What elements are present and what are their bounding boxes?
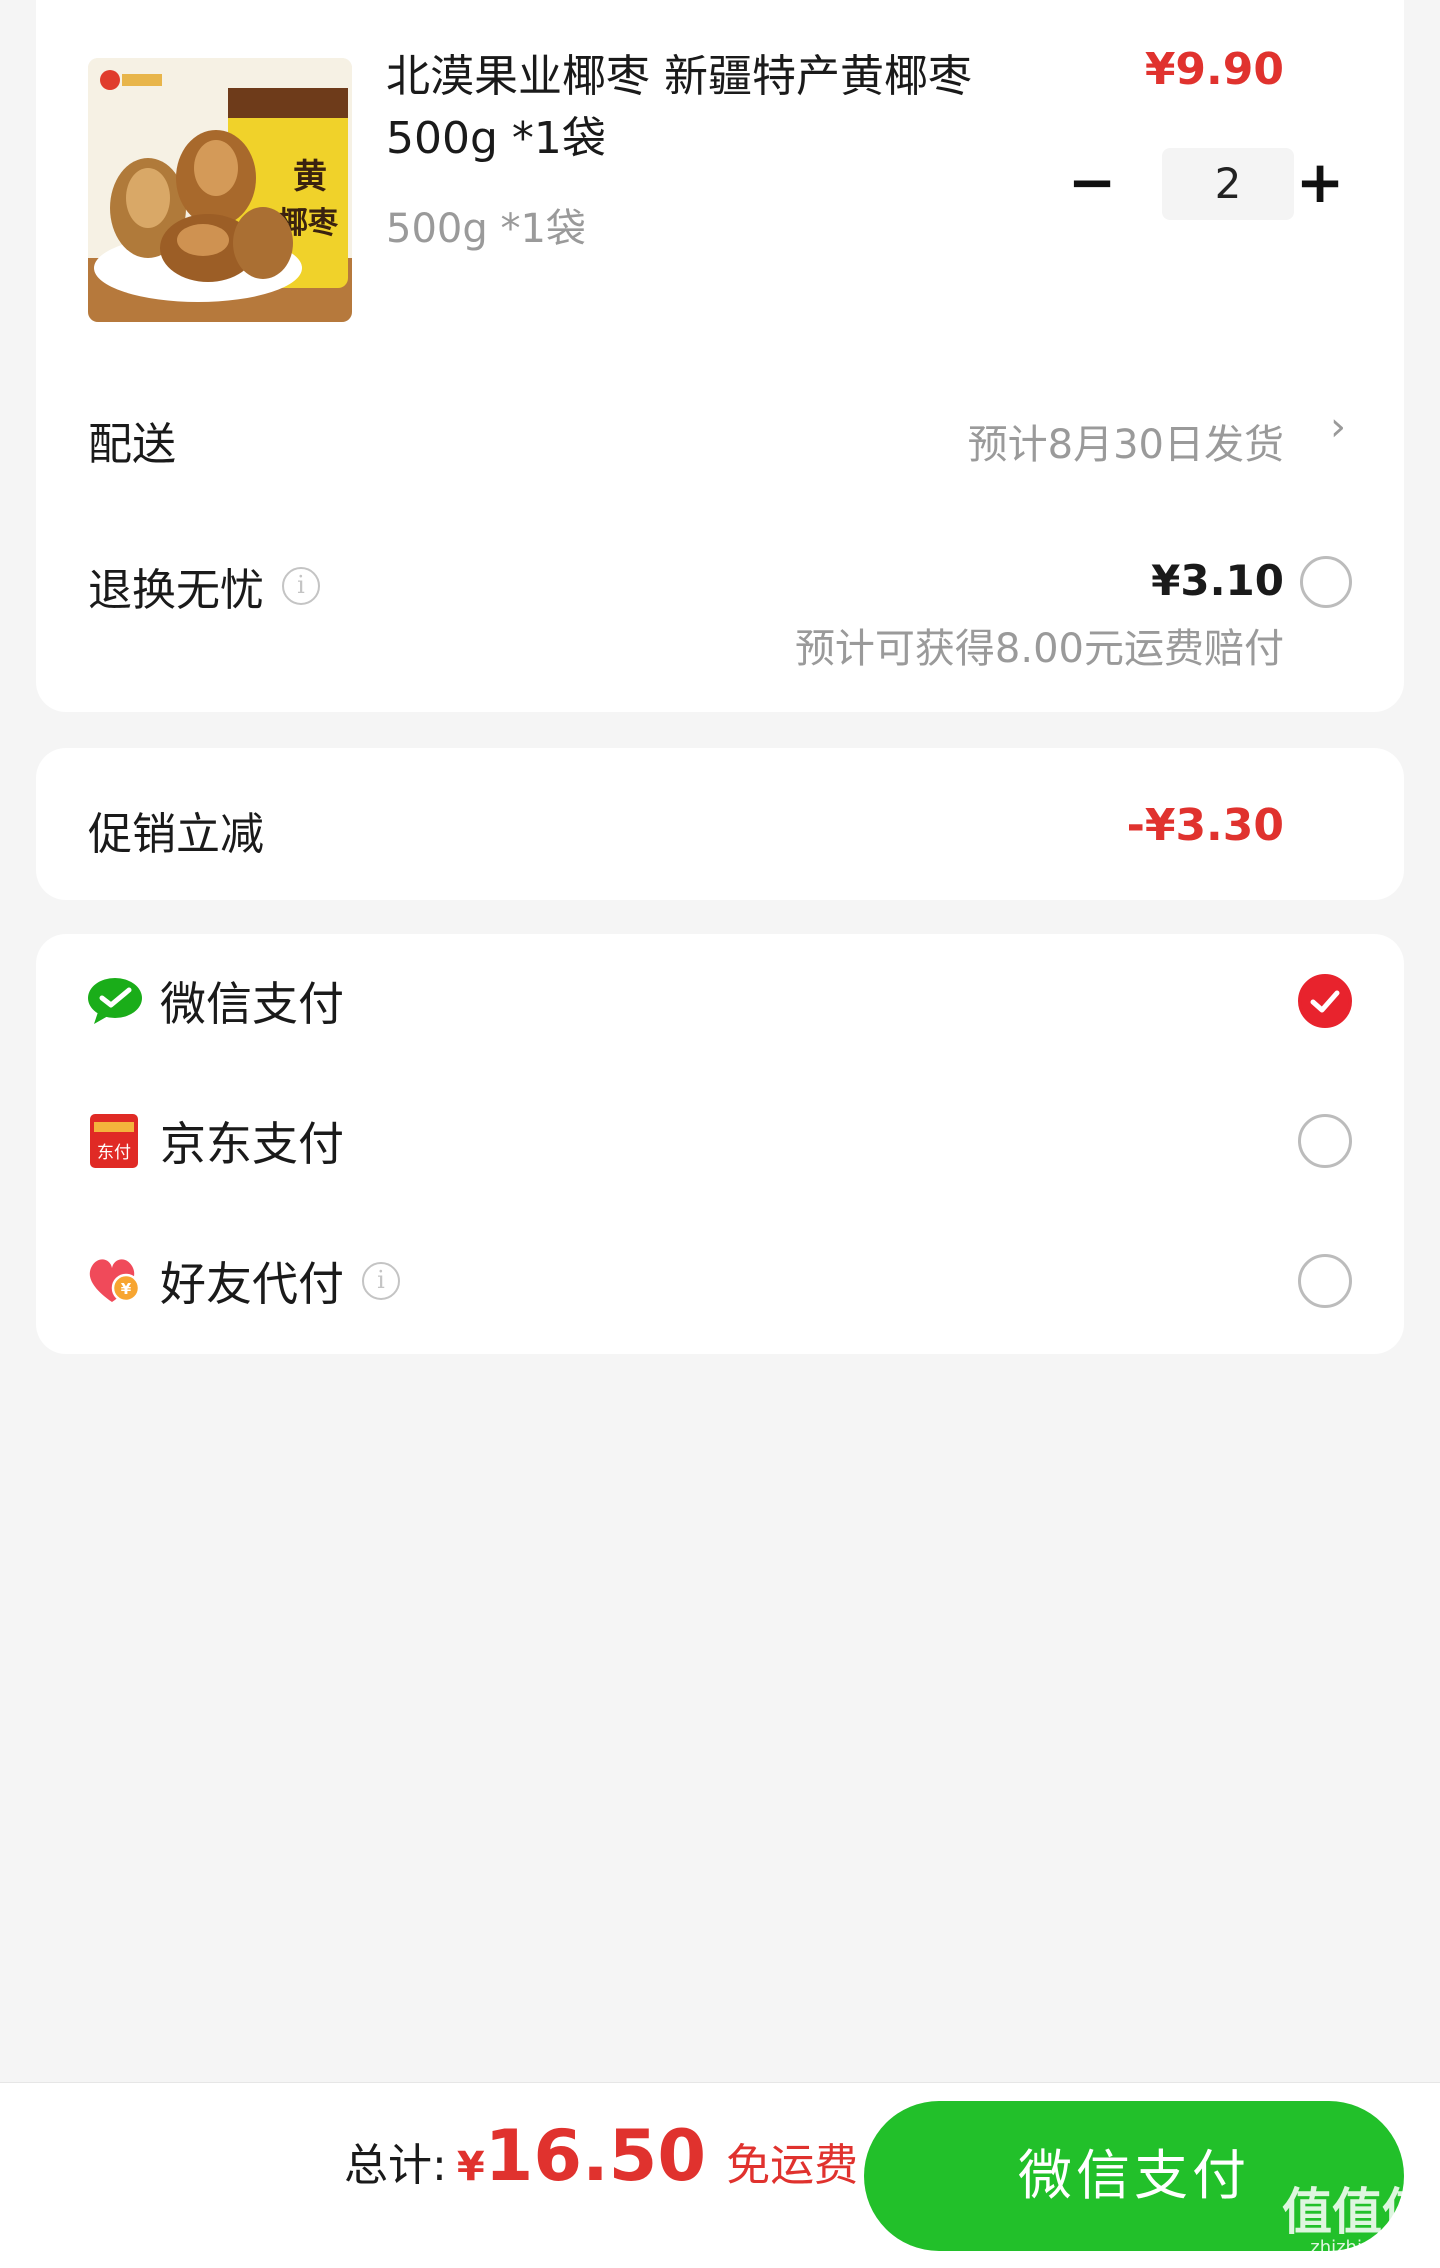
product-spec: 500g *1袋 (386, 206, 586, 252)
info-icon[interactable]: i (362, 1262, 400, 1300)
return-insurance-row: 退换无忧 i (88, 554, 320, 618)
payment-option-wechat[interactable]: 微信支付 (36, 940, 1404, 1060)
info-icon[interactable]: i (282, 567, 320, 605)
increase-quantity-button[interactable]: + (1284, 148, 1356, 220)
payment-radio-jd[interactable] (1298, 1114, 1352, 1168)
payment-option-friend[interactable]: ¥ 好友代付 i (36, 1220, 1404, 1340)
product-thumbnail[interactable]: 黄 椰枣 (88, 58, 352, 322)
promotion-discount: -¥3.30 (1126, 800, 1284, 851)
watermark-text: 值值值 (1282, 2183, 1432, 2241)
friend-pay-label: 好友代付 (160, 1257, 344, 1311)
friend-pay-heart-icon: ¥ (86, 1254, 144, 1306)
checkout-bar: 总计: ¥ 16.50 免运费 微信支付 值值值 zhizhizhi.com (0, 2082, 1440, 2268)
return-insurance-price: ¥3.10 (1151, 556, 1284, 605)
free-shipping-label: 免运费 (726, 2140, 859, 2191)
delivery-estimate[interactable]: 预计8月30日发货 (968, 412, 1284, 470)
return-insurance-note: 预计可获得8.00元运费赔付 (794, 626, 1284, 672)
product-title[interactable]: 北漠果业椰枣 新疆特产黄椰枣500g *1袋 (386, 46, 1066, 170)
payment-option-jd[interactable]: 东付 京东支付 (36, 1080, 1404, 1200)
promotion-label: 促销立减 (88, 809, 264, 860)
jd-pay-icon: 东付 (86, 1114, 144, 1168)
wechat-pay-icon (86, 974, 144, 1026)
return-insurance-label: 退换无忧 (88, 565, 264, 616)
payment-label-wechat: 微信支付 (160, 977, 344, 1031)
dates-product-icon: 黄 椰枣 (88, 58, 352, 322)
order-total: 总计: ¥ 16.50 免运费 (344, 2115, 858, 2197)
payment-label-jd: 京东支付 (160, 1117, 344, 1171)
watermark-logo: 值值值 zhizhizhi.com (1282, 2186, 1432, 2258)
order-item-card: 黄 椰枣 北漠果业椰枣 新疆特产黄椰枣500g *1袋 500g *1袋 ¥9.… (36, 0, 1404, 712)
promotion-card: 促销立减 -¥3.30 (36, 748, 1404, 900)
delivery-label: 配送 (88, 419, 176, 470)
svg-text:东付: 东付 (97, 1143, 131, 1163)
total-amount: 16.50 (484, 2115, 707, 2197)
total-currency: ¥ (456, 2144, 485, 2190)
radio-selected-check-icon[interactable] (1298, 974, 1352, 1028)
svg-text:黄: 黄 (293, 157, 327, 197)
svg-text:¥: ¥ (121, 1280, 132, 1298)
chevron-right-icon[interactable]: › (1330, 404, 1346, 450)
watermark-sub: zhizhizhi.com (1310, 2237, 1432, 2258)
quantity-input[interactable]: 2 (1162, 148, 1294, 220)
quantity-stepper: − 2 + (1056, 148, 1356, 220)
payment-radio-friend[interactable] (1298, 1254, 1352, 1308)
unit-price: ¥9.90 (1144, 44, 1284, 95)
payment-label-friend: 好友代付 i (160, 1248, 400, 1314)
return-insurance-radio[interactable] (1300, 556, 1352, 608)
decrease-quantity-button[interactable]: − (1056, 148, 1128, 220)
payment-methods-card: 微信支付 东付 京东支付 ¥ 好友代付 i (36, 934, 1404, 1354)
total-label: 总计: (344, 2140, 447, 2191)
